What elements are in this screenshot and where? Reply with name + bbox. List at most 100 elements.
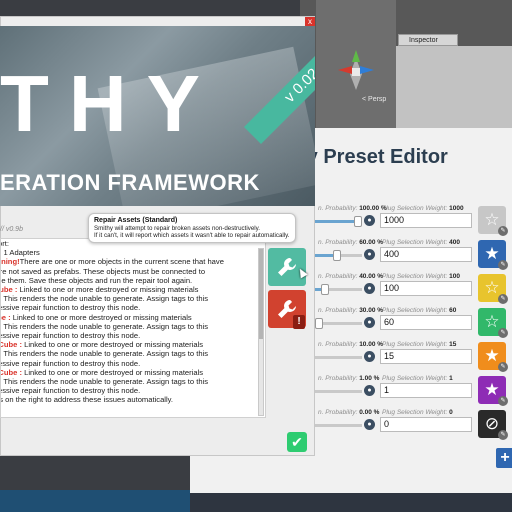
preset-row: n. Probability: 10.00 % Plug Selection We… — [300, 341, 512, 376]
probability-label: n. Probability: 30.00 % — [318, 307, 384, 314]
weight-input[interactable]: 100 — [380, 281, 472, 296]
probability-label: n. Probability: 40.00 % — [318, 273, 384, 280]
weight-input[interactable]: 1 — [380, 383, 472, 398]
weight-value: 60 — [449, 307, 457, 314]
report-line: n Cube : Linked to one or more destroyed… — [1, 285, 245, 295]
pencil-icon[interactable]: ✎ — [498, 328, 508, 338]
slider-thumb[interactable] — [354, 216, 362, 227]
report-scrollbar[interactable] — [258, 248, 264, 416]
weight-value: 1 — [449, 375, 453, 382]
report-line: ags. This renders the node unable to gen… — [0, 377, 209, 387]
link-toggle-icon[interactable]: ● — [364, 385, 375, 396]
weight-value: 400 — [449, 239, 460, 246]
report-highlight: Warning! — [1, 257, 20, 267]
report-line: o use them. Save these objects and run t… — [0, 275, 193, 285]
star-icon[interactable]: ★ ✎ — [478, 376, 508, 406]
star-icon[interactable]: ★ ✎ — [478, 240, 508, 270]
warning-badge-icon: ! — [293, 315, 305, 329]
link-toggle-icon[interactable]: ● — [364, 419, 375, 430]
report-line: ags. This renders the node unable to gen… — [0, 321, 209, 331]
pencil-icon[interactable]: ✎ — [498, 362, 508, 372]
pencil-icon[interactable]: ✎ — [498, 430, 508, 440]
link-toggle-icon[interactable]: ● — [364, 283, 375, 294]
report-line: Warning!There are one or more objects in… — [1, 257, 245, 267]
wrench-icon — [275, 258, 299, 285]
star-outline-icon[interactable]: ☆ ✎ — [478, 206, 508, 236]
slider-thumb[interactable] — [333, 250, 342, 261]
link-toggle-icon[interactable]: ● — [364, 215, 375, 226]
checkmark-icon: ✔ — [291, 434, 303, 450]
probability-value: 1.00 % — [359, 375, 380, 382]
preset-row: n. Probability: 1.00 % Plug Selection Wei… — [300, 375, 512, 410]
pencil-icon[interactable]: ✎ — [498, 396, 508, 406]
scrollbar-thumb[interactable] — [259, 249, 263, 339]
report-line: ggressive repair function to destroy thi… — [0, 303, 141, 313]
weight-input[interactable]: 400 — [380, 247, 472, 262]
preset-row: n. Probability: 0.00 % Plug Selection Wei… — [300, 409, 512, 444]
weight-label: Plug Selection Weight: 400 — [382, 239, 460, 246]
report-highlight: on Cube : — [0, 340, 23, 350]
weight-label: Plug Selection Weight: 1 — [382, 375, 453, 382]
probability-label: n. Probability: 0.00 % — [318, 409, 380, 416]
weight-label: Plug Selection Weight: 60 — [382, 307, 457, 314]
report-line: ut are not saved as prefabs. These objec… — [0, 266, 206, 276]
weight-value: 15 — [449, 341, 457, 348]
probability-label: n. Probability: 10.00 % — [318, 341, 384, 348]
pencil-icon[interactable]: ✎ — [498, 260, 508, 270]
report-text: report:des, 1 AdaptersWarning!There are … — [0, 239, 245, 405]
banner-title: THY — [0, 59, 220, 148]
link-toggle-icon[interactable]: ● — [364, 249, 375, 260]
report-box: report:des, 1 AdaptersWarning!There are … — [0, 238, 266, 418]
report-highlight: on Cube : — [0, 367, 23, 377]
preset-row: n. Probability: 40.00 % Plug Selection We… — [300, 273, 512, 308]
pencil-icon[interactable]: ✎ — [498, 294, 508, 304]
small-version-label: // v0.9b — [0, 226, 23, 233]
link-toggle-icon[interactable]: ● — [364, 317, 375, 328]
weight-label: Plug Selection Weight: 0 — [382, 409, 453, 416]
ban-icon[interactable]: ⊘ ✎ — [478, 410, 508, 440]
report-highlight: Cube : — [1, 312, 11, 322]
link-toggle-icon[interactable]: ● — [364, 351, 375, 362]
tooltip-body: Smithy will attempt to repair broken ass… — [94, 225, 290, 239]
smithy-banner: THY ERATION FRAMEWORK v 0.02 — [0, 26, 315, 206]
weight-label: Plug Selection Weight: 15 — [382, 341, 457, 348]
weight-input[interactable]: 1000 — [380, 213, 472, 228]
report-highlight: n Cube : — [1, 285, 18, 295]
preset-row: n. Probability: 100.00 % Plug Selection W… — [300, 205, 512, 240]
add-preset-button[interactable]: + — [496, 448, 512, 468]
report-line: tions on the right to address these issu… — [0, 395, 174, 405]
star-half-icon[interactable]: ☆ ✎ — [478, 308, 508, 338]
weight-input[interactable]: 0 — [380, 417, 472, 432]
report-line: on Cube : Linked to one or more destroye… — [0, 367, 245, 377]
weight-label: Plug Selection Weight: 1000 — [382, 205, 464, 212]
slider-thumb[interactable] — [320, 284, 329, 295]
pencil-icon[interactable]: ✎ — [498, 226, 508, 236]
persp-label[interactable]: < Persp — [362, 96, 386, 103]
probability-label: n. Probability: 100.00 % — [318, 205, 387, 212]
weight-input[interactable]: 60 — [380, 315, 472, 330]
probability-label: n. Probability: 1.00 % — [318, 375, 380, 382]
unity-bottom-panel — [190, 492, 512, 512]
repair-tooltip: Repair Assets (Standard) Smithy will att… — [88, 213, 296, 243]
report-line: ggressive repair function to destroy thi… — [0, 331, 141, 341]
probability-label: n. Probability: 60.00 % — [318, 239, 384, 246]
weight-label: Plug Selection Weight: 100 — [382, 273, 460, 280]
slider-thumb[interactable] — [314, 318, 323, 329]
report-line: ags. This renders the node unable to gen… — [0, 349, 209, 359]
report-line: ags. This renders the node unable to gen… — [0, 294, 209, 304]
banner-subtitle: ERATION FRAMEWORK — [0, 170, 260, 195]
tooltip-title: Repair Assets (Standard) — [94, 217, 178, 224]
star-icon[interactable]: ★ ✎ — [478, 342, 508, 372]
probability-value: 30.00 % — [359, 307, 384, 314]
inspector-panel — [396, 46, 512, 130]
report-line: Cube : Linked to one or more destroyed o… — [1, 312, 245, 322]
probability-value: 60.00 % — [359, 239, 384, 246]
weight-input[interactable]: 15 — [380, 349, 472, 364]
weight-value: 1000 — [449, 205, 464, 212]
report-line: des, 1 Adapters — [1, 248, 40, 258]
star-half-icon[interactable]: ☆ ✎ — [478, 274, 508, 304]
tab-inspector[interactable]: Inspector — [398, 34, 458, 46]
weight-value: 100 — [449, 273, 460, 280]
weight-value: 0 — [449, 409, 453, 416]
confirm-button[interactable]: ✔ — [287, 432, 307, 452]
